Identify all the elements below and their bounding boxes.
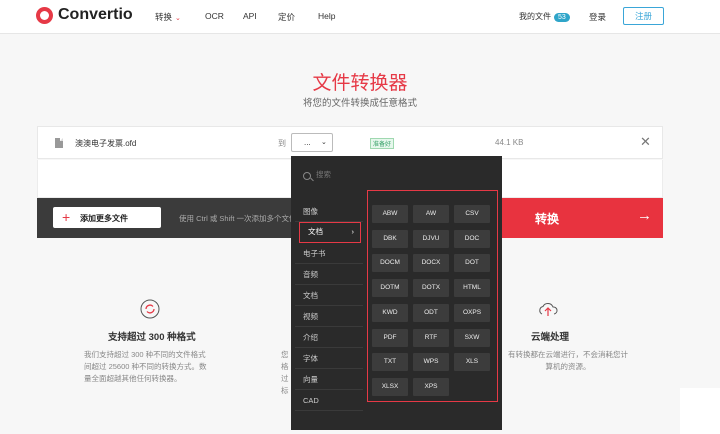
chevron-down-icon: ⌄ — [175, 15, 181, 22]
format-option-xlsx[interactable]: XLSX — [372, 377, 408, 396]
format-option-dot[interactable]: DOT — [454, 254, 490, 273]
convert-button[interactable]: 转换 → — [499, 198, 663, 238]
close-icon[interactable]: ✕ — [640, 134, 651, 150]
partial-char: 过 — [281, 374, 289, 383]
file-icon — [55, 138, 63, 148]
page-subtitle: 将您的文件转换成任意格式 — [302, 98, 417, 109]
format-option-pdf[interactable]: PDF — [372, 328, 408, 347]
category-document[interactable]: 文档 — [295, 285, 363, 306]
arrow-right-icon: → — [637, 207, 652, 224]
format-option-docx[interactable]: DOCX — [413, 254, 449, 273]
my-files-link[interactable]: 我的文件 53 — [519, 11, 570, 22]
nav-api[interactable]: API — [243, 11, 257, 21]
format-option-oxps[interactable]: OXPS — [454, 303, 490, 322]
format-option-docm[interactable]: DOCM — [372, 254, 408, 273]
partial-char: 您 — [281, 350, 289, 359]
file-count-badge: 53 — [554, 13, 570, 22]
chevron-right-icon: › — [351, 227, 355, 236]
category-label: 文档 — [308, 227, 323, 236]
category-presentation[interactable]: 介绍 — [295, 327, 363, 348]
feature-line: 量全面超越其他任何转换器。 — [84, 374, 182, 383]
category-font[interactable]: 字体 — [295, 348, 363, 369]
format-select-value: ... — [304, 138, 311, 147]
format-select[interactable]: ... ⌄ — [291, 133, 333, 152]
add-files-hint: 使用 Ctrl 或 Shift 一次添加多个文件 — [179, 214, 297, 223]
category-image[interactable]: 图像 — [295, 201, 363, 222]
chevron-down-icon: ⌄ — [321, 139, 327, 146]
add-more-files-button[interactable]: + 添加更多文件 — [53, 207, 161, 228]
feature-text-formats: 我们支持超过 300 种不同的文件格式 间超过 25600 种不同的转换方式。数… — [84, 349, 224, 385]
format-option-doc[interactable]: DOC — [454, 229, 490, 248]
nav-help[interactable]: Help — [318, 11, 335, 21]
category-document-active[interactable]: 文档 › — [299, 222, 361, 243]
nav-pricing[interactable]: 定价 — [278, 11, 295, 23]
to-label: 到 — [278, 139, 286, 148]
format-option-xps[interactable]: XPS — [413, 377, 449, 396]
format-dropdown: 图像 文档 › 电子书 音频 文档 视频 介绍 字体 向量 CAD ABW AW CS… — [291, 156, 502, 430]
partial-char: 格 — [281, 362, 289, 371]
cloud-upload-icon — [539, 303, 558, 316]
format-search-input[interactable] — [316, 170, 356, 179]
partial-char: 标 — [281, 386, 289, 395]
format-option-abw[interactable]: ABW — [372, 205, 408, 223]
category-ebook[interactable]: 电子书 — [295, 243, 363, 264]
search-icon — [303, 172, 311, 180]
format-option-dbk[interactable]: DBK — [372, 229, 408, 248]
format-option-dotm[interactable]: DOTM — [372, 279, 408, 298]
category-video[interactable]: 视频 — [295, 306, 363, 327]
nav-ocr[interactable]: OCR — [205, 11, 224, 21]
convert-label: 转换 — [535, 212, 560, 226]
format-option-dotx[interactable]: DOTX — [413, 279, 449, 298]
category-list: 图像 文档 › 电子书 音频 文档 视频 介绍 字体 向量 CAD — [295, 201, 363, 411]
top-header: Convertio 转换 ⌄ OCR API 定价 Help 我的文件 53 登录 … — [0, 0, 720, 34]
logo[interactable]: Convertio — [36, 6, 133, 24]
category-vector[interactable]: 向量 — [295, 369, 363, 390]
file-row: 澳澳电子发票.ofd 到 ... ⌄ 准备好 44.1 KB ✕ — [37, 126, 663, 159]
feature-line: 间超过 25600 种不同的转换方式。数 — [84, 362, 207, 371]
corner-panel — [680, 388, 720, 434]
format-option-xls[interactable]: XLS — [454, 353, 490, 372]
file-size: 44.1 KB — [495, 138, 524, 147]
format-option-html[interactable]: HTML — [454, 279, 490, 298]
format-option-sxw[interactable]: SXW — [454, 328, 490, 347]
feature-line: 算机的资源。 — [545, 362, 591, 371]
login-link[interactable]: 登录 — [589, 11, 606, 23]
status-badge: 准备好 — [370, 138, 395, 149]
my-files-label: 我的文件 — [519, 12, 551, 21]
logo-text: Convertio — [58, 6, 133, 23]
feature-title-cloud: 云端处理 — [531, 332, 570, 343]
format-option-csv[interactable]: CSV — [454, 205, 490, 223]
format-option-txt[interactable]: TXT — [372, 353, 408, 372]
format-option-rtf[interactable]: RTF — [413, 328, 449, 347]
nav-convert-label: 转换 — [155, 12, 173, 22]
partial-feature-text: 您 格 过 标 — [281, 349, 291, 397]
format-option-djvu[interactable]: DJVU — [413, 229, 449, 248]
feature-text-cloud: 有转换都在云端进行，不会消耗您计 算机的资源。 — [503, 349, 633, 373]
format-option-wps[interactable]: WPS — [413, 353, 449, 372]
format-grid: ABW AW CSV DBK DJVU DOC DOCM DOCX DOT DOTM DOTX HTM… — [367, 190, 498, 402]
feature-line: 有转换都在云端进行，不会消耗您计 — [508, 350, 628, 359]
signup-button[interactable]: 注册 — [623, 7, 664, 25]
add-more-files-label: 添加更多文件 — [80, 214, 128, 223]
feature-title-formats: 支持超过 300 种格式 — [108, 332, 196, 343]
nav-convert[interactable]: 转换 ⌄ — [155, 11, 181, 23]
feature-line: 我们支持超过 300 种不同的文件格式 — [84, 350, 206, 359]
format-option-kwd[interactable]: KWD — [372, 303, 408, 322]
format-option-odt[interactable]: ODT — [413, 303, 449, 322]
format-option-aw[interactable]: AW — [413, 205, 449, 223]
plus-icon: + — [62, 209, 71, 225]
page-title: 文件转换器 — [312, 73, 408, 94]
convertio-logo-icon — [36, 6, 53, 24]
refresh-cycle-icon — [140, 299, 160, 319]
file-name: 澳澳电子发票.ofd — [75, 139, 137, 148]
category-audio[interactable]: 音频 — [295, 264, 363, 285]
category-cad[interactable]: CAD — [295, 390, 363, 411]
